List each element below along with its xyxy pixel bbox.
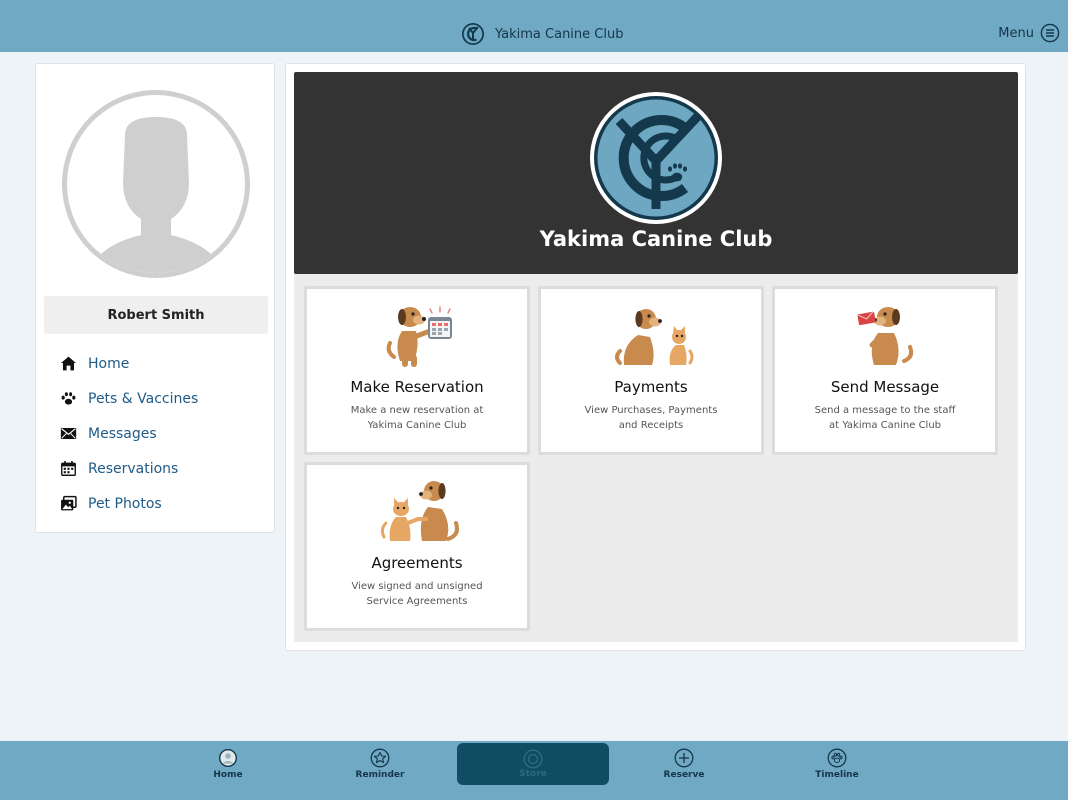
sidebar-item-messages[interactable]: Messages xyxy=(36,416,276,451)
sidebar-item-label: Pets & Vaccines xyxy=(88,390,199,407)
send-message-tile[interactable]: Send Message Send a message to the staff… xyxy=(772,286,998,455)
sidebar-item-label: Home xyxy=(88,355,130,372)
tab-reserve[interactable]: Reserve xyxy=(624,741,744,800)
bottom-tab-bar: Home Reminder Store Reserve Timeline xyxy=(0,741,1068,800)
paw-icon xyxy=(61,392,76,405)
tile-description: View signed and unsigned Service Agreeme… xyxy=(351,581,483,607)
star-circle-icon xyxy=(370,748,390,768)
ycc-logo-icon xyxy=(590,92,722,224)
action-grid: Make Reservation Make a new reservation … xyxy=(294,274,1018,642)
sidebar-nav: Home Pets & Vaccines Messages Reservatio… xyxy=(36,346,276,521)
avatar xyxy=(62,90,250,278)
store-circle-icon xyxy=(523,749,543,769)
tab-store[interactable]: Store xyxy=(457,743,609,785)
dog-with-letter-icon xyxy=(857,307,914,365)
sidebar-item-pets-vaccines[interactable]: Pets & Vaccines xyxy=(36,381,276,416)
menu-label: Menu xyxy=(998,25,1034,41)
house-icon xyxy=(61,356,76,371)
sidebar-item-pet-photos[interactable]: Pet Photos xyxy=(36,486,276,521)
tile-description: Send a message to the staff at Yakima Ca… xyxy=(814,405,956,431)
tile-title: Agreements xyxy=(371,554,463,572)
sidebar-item-label: Messages xyxy=(88,425,157,442)
sidebar-item-reservations[interactable]: Reservations xyxy=(36,451,276,486)
hero-banner: Yakima Canine Club xyxy=(294,72,1018,274)
profile-name: Robert Smith xyxy=(44,296,268,334)
menu-button[interactable]: Menu xyxy=(998,22,1060,44)
calendar-icon xyxy=(61,461,76,476)
top-bar: Yakima Canine Club Menu xyxy=(0,0,1068,52)
hero-title: Yakima Canine Club xyxy=(539,227,773,251)
person-silhouette-icon xyxy=(93,117,219,273)
tab-label: Reminder xyxy=(355,770,405,780)
envelope-icon xyxy=(60,427,77,440)
tab-label: Reserve xyxy=(663,770,705,780)
plus-circle-icon xyxy=(674,748,694,768)
make-reservation-tile[interactable]: Make Reservation Make a new reservation … xyxy=(304,286,530,455)
sidebar-item-label: Reservations xyxy=(88,460,179,477)
avatar-circle-icon xyxy=(219,749,237,767)
header-title: Yakima Canine Club xyxy=(495,26,624,42)
photos-icon xyxy=(61,495,77,511)
tab-home[interactable]: Home xyxy=(168,741,288,800)
dog-with-calendar-icon xyxy=(386,306,452,367)
ycc-logo-icon xyxy=(462,23,484,45)
tab-label: Store xyxy=(519,769,547,779)
tile-title: Payments xyxy=(614,378,688,396)
dog-and-puppy-icon xyxy=(615,309,694,365)
dashboard-card: Yakima Canine Club Make Reservation Make… xyxy=(285,63,1026,651)
sidebar-item-home[interactable]: Home xyxy=(36,346,276,381)
tab-label: Home xyxy=(213,770,243,780)
agreements-tile[interactable]: Agreements View signed and unsigned Serv… xyxy=(304,462,530,631)
sidebar-item-label: Pet Photos xyxy=(88,495,162,512)
tile-description: View Purchases, Payments and Receipts xyxy=(584,405,718,431)
tile-title: Make Reservation xyxy=(350,378,484,396)
header-brand: Yakima Canine Club xyxy=(461,22,623,46)
tab-reminder[interactable]: Reminder xyxy=(320,741,440,800)
tab-label: Timeline xyxy=(815,770,859,780)
dog-and-cat-handshake-icon xyxy=(380,481,459,541)
hamburger-circle-icon xyxy=(1040,23,1060,43)
tile-title: Send Message xyxy=(830,378,940,396)
tile-description: Make a new reservation at Yakima Canine … xyxy=(350,405,484,431)
payments-tile[interactable]: Payments View Purchases, Payments and Re… xyxy=(538,286,764,455)
profile-panel: Robert Smith Home Pets & Vaccines Messag… xyxy=(35,63,275,533)
paw-circle-icon xyxy=(827,748,847,768)
tab-timeline[interactable]: Timeline xyxy=(777,741,897,800)
